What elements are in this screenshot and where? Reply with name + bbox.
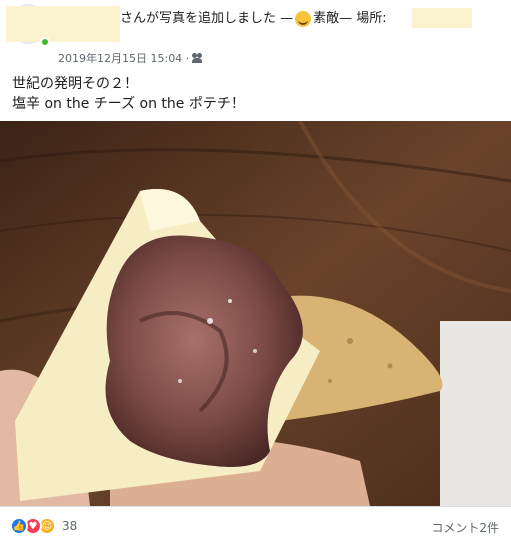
- post-text-line-1: 世紀の発明その２！: [12, 76, 138, 92]
- smiling-face-icon: [295, 11, 312, 27]
- comments-link[interactable]: コメント2件: [431, 519, 499, 536]
- redacted-location: [412, 8, 472, 28]
- photo-illustration: [0, 121, 511, 506]
- post-footer: 👍 ♥ ☺ 38 コメント2件: [0, 506, 511, 545]
- reaction-summary[interactable]: 👍 ♥ ☺ 38: [10, 517, 77, 535]
- like-icon: 👍: [10, 517, 28, 535]
- post-text-line-2: 塩辛 on the チーズ on the ポテチ！: [12, 96, 245, 112]
- location-prefix: — 場所:: [339, 11, 387, 26]
- reaction-count: 38: [62, 519, 78, 533]
- post-photo[interactable]: [0, 121, 511, 506]
- post-card: さんが写真を追加しました — 素敵 — 場所: 2019年12月15日 15:0…: [0, 0, 511, 545]
- action-text: さんが写真を追加しました —: [120, 11, 294, 26]
- post-meta: 2019年12月15日 15:04 ·: [58, 50, 204, 66]
- post-header: さんが写真を追加しました — 素敵 — 場所:: [120, 10, 387, 28]
- friends-icon[interactable]: [192, 53, 204, 63]
- post-timestamp[interactable]: 2019年12月15日 15:04 ·: [58, 50, 189, 66]
- post-text: 世紀の発明その２！ 塩辛 on the チーズ on the ポテチ！: [12, 74, 245, 114]
- feeling-text[interactable]: 素敵: [313, 10, 339, 28]
- redacted-author-name: [6, 6, 120, 42]
- online-status-dot: [40, 37, 50, 47]
